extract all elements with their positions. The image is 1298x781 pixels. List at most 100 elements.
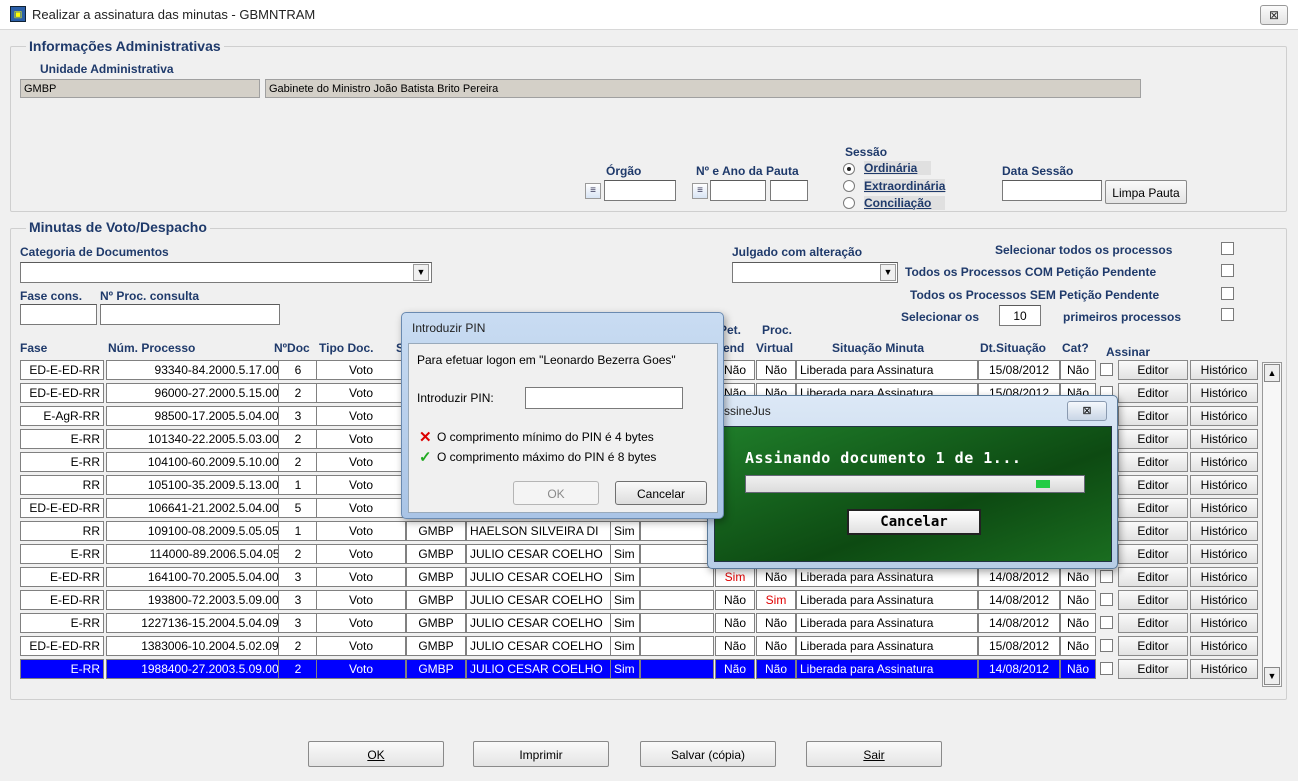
ok-button[interactable]: OK [308,741,444,767]
sair-button[interactable]: Sair [806,741,942,767]
cell-org[interactable]: GMBP [406,636,466,656]
editor-button[interactable]: Editor [1118,383,1188,403]
cell-virt[interactable]: Não [756,360,796,380]
cell-fase[interactable]: E-RR [20,613,104,633]
num-proc-consulta-input[interactable] [100,304,280,325]
historico-button[interactable]: Histórico [1190,475,1258,495]
cell-rel[interactable]: JULIO CESAR COELHO [466,613,612,633]
editor-button[interactable]: Editor [1118,567,1188,587]
cell-num[interactable]: 1227136-15.2004.5.04.0900 [106,613,296,633]
cell-ndoc[interactable]: 2 [278,429,318,449]
table-row[interactable]: E-RR 1227136-15.2004.5.04.0900 3 Voto GMBP JU… [20,613,1260,634]
cell-org[interactable]: GMBP [406,590,466,610]
table-row[interactable]: E-ED-RR 164100-70.2005.5.04.0030 3 Voto GMBP… [20,567,1260,588]
cell-org[interactable]: GMBP [406,521,466,541]
cell-fase[interactable]: ED-E-ED-RR [20,498,104,518]
cell-ndoc[interactable]: 6 [278,360,318,380]
todos-sem-checkbox[interactable] [1221,287,1234,300]
cell-cat[interactable]: Não [1060,590,1096,610]
cell-sim[interactable]: Sim [610,590,640,610]
editor-button[interactable]: Editor [1118,636,1188,656]
sel-todos-checkbox[interactable] [1221,242,1234,255]
cell-fase[interactable]: ED-E-ED-RR [20,383,104,403]
table-row[interactable]: E-RR 1988400-27.2003.5.09.0014 2 Voto GMBP JU… [20,659,1260,680]
cell-tipo[interactable]: Voto [316,360,406,380]
cell-fase[interactable]: E-RR [20,452,104,472]
editor-button[interactable]: Editor [1118,498,1188,518]
cell-org[interactable]: GMBP [406,567,466,587]
table-row[interactable]: ED-E-ED-RR 1383006-10.2004.5.02.0900 2 Voto… [20,636,1260,657]
cell-pet[interactable]: Não [715,659,755,679]
cell-pet[interactable]: Não [715,613,755,633]
cell-rel[interactable]: JULIO CESAR COELHO [466,636,612,656]
cell-ndoc[interactable]: 1 [278,475,318,495]
cell-fase[interactable]: E-RR [20,429,104,449]
pin-ok-button[interactable]: OK [513,481,599,505]
cell-fase[interactable]: ED-E-ED-RR [20,360,104,380]
cell-sit[interactable]: Liberada para Assinatura [796,567,978,587]
categoria-chevron-down-icon[interactable]: ▼ [413,264,429,281]
cell-tipo[interactable]: Voto [316,636,406,656]
historico-button[interactable]: Histórico [1190,590,1258,610]
cell-sit[interactable]: Liberada para Assinatura [796,613,978,633]
sessao-extraordinaria-radio[interactable] [843,180,855,192]
cell-tipo[interactable]: Voto [316,383,406,403]
scroll-up-icon[interactable]: ▲ [1264,364,1280,382]
cell-blank[interactable] [640,659,714,679]
historico-button[interactable]: Histórico [1190,383,1258,403]
historico-button[interactable]: Histórico [1190,521,1258,541]
cell-cat[interactable]: Não [1060,613,1096,633]
cell-num[interactable]: 93340-84.2000.5.17.0006 [106,360,296,380]
cell-sit[interactable]: Liberada para Assinatura [796,659,978,679]
historico-button[interactable]: Histórico [1190,544,1258,564]
cell-tipo[interactable]: Voto [316,613,406,633]
cell-ndoc[interactable]: 3 [278,613,318,633]
cell-dt[interactable]: 14/08/2012 [978,659,1060,679]
cell-num[interactable]: 106641-21.2002.5.04.0029 [106,498,296,518]
data-sessao-input[interactable] [1002,180,1102,201]
assinar-checkbox[interactable] [1100,616,1113,629]
editor-button[interactable]: Editor [1118,452,1188,472]
cell-org[interactable]: GMBP [406,659,466,679]
cell-blank[interactable] [640,636,714,656]
cell-virt[interactable]: Sim [756,590,796,610]
cell-blank[interactable] [640,613,714,633]
cell-pet[interactable]: Sim [715,567,755,587]
cell-cat[interactable]: Não [1060,636,1096,656]
cell-num[interactable]: 109100-08.2009.5.05.0551 [106,521,296,541]
cell-sim[interactable]: Sim [610,636,640,656]
pauta-year-input[interactable] [770,180,808,201]
cell-blank[interactable] [640,567,714,587]
cell-pet[interactable]: Não [715,636,755,656]
cell-num[interactable]: 1383006-10.2004.5.02.0900 [106,636,296,656]
cell-rel[interactable]: JULIO CESAR COELHO [466,544,612,564]
editor-button[interactable]: Editor [1118,475,1188,495]
cell-ndoc[interactable]: 3 [278,406,318,426]
assinar-checkbox[interactable] [1100,639,1113,652]
cell-num[interactable]: 114000-89.2006.5.04.0511 [106,544,296,564]
historico-button[interactable]: Histórico [1190,429,1258,449]
cell-num[interactable]: 164100-70.2005.5.04.0030 [106,567,296,587]
cell-org[interactable]: GMBP [406,544,466,564]
primeiros-checkbox[interactable] [1221,308,1234,321]
cell-blank[interactable] [640,590,714,610]
cell-num[interactable]: 96000-27.2000.5.15.0032 [106,383,296,403]
historico-button[interactable]: Histórico [1190,567,1258,587]
cell-sim[interactable]: Sim [610,659,640,679]
cell-fase[interactable]: E-RR [20,659,104,679]
pin-input[interactable] [525,387,683,409]
cell-fase[interactable]: ED-E-ED-RR [20,636,104,656]
historico-button[interactable]: Histórico [1190,452,1258,472]
cell-virt[interactable]: Não [756,636,796,656]
cell-org[interactable]: GMBP [406,613,466,633]
cell-ndoc[interactable]: 2 [278,383,318,403]
limpa-pauta-button[interactable]: Limpa Pauta [1105,180,1187,204]
cell-tipo[interactable]: Voto [316,498,406,518]
cell-tipo[interactable]: Voto [316,429,406,449]
cell-ndoc[interactable]: 5 [278,498,318,518]
sessao-conciliacao-radio[interactable] [843,197,855,209]
cell-ndoc[interactable]: 2 [278,544,318,564]
cell-num[interactable]: 104100-60.2009.5.10.0010 [106,452,296,472]
assinar-checkbox[interactable] [1100,570,1113,583]
cell-fase[interactable]: E-AgR-RR [20,406,104,426]
